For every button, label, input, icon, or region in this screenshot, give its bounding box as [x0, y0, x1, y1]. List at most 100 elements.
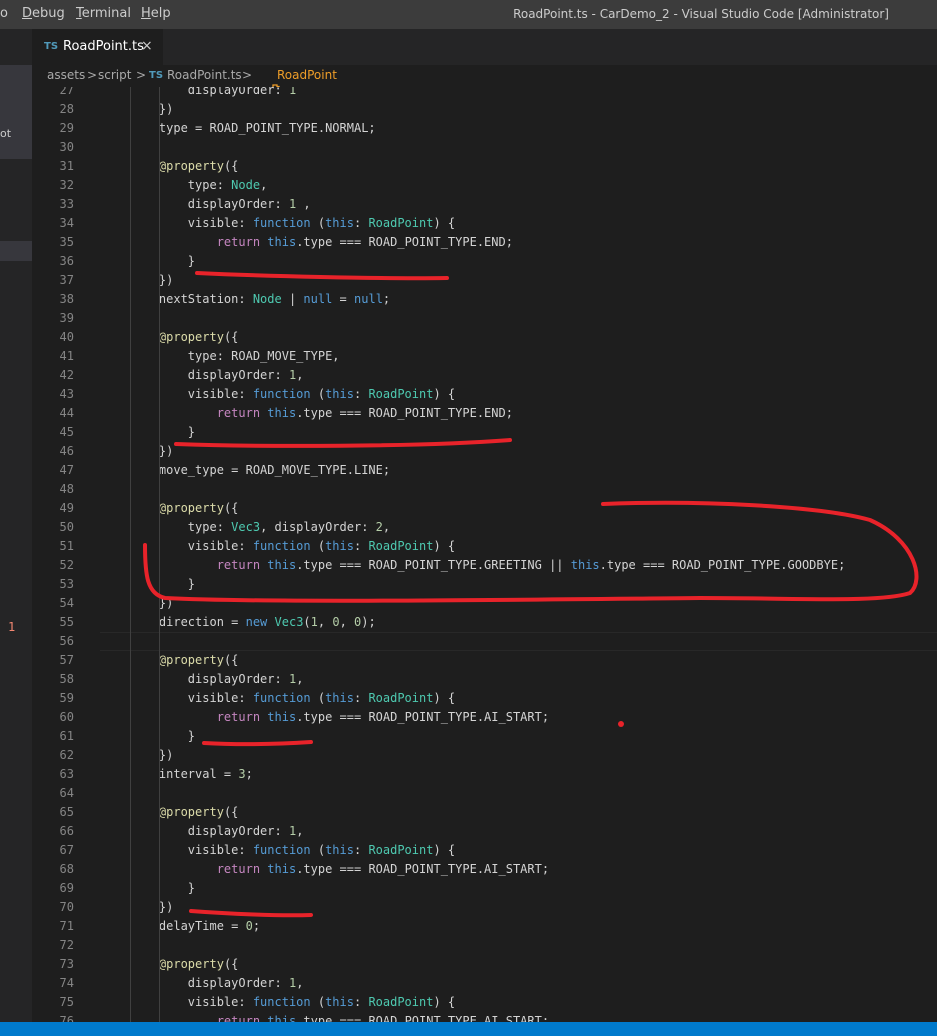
line-number: 27: [59, 87, 74, 97]
line-number: 68: [59, 862, 74, 876]
code-line[interactable]: delayTime = 0;: [130, 917, 260, 936]
line-number: 66: [59, 824, 74, 838]
sidebar-open-editor[interactable]: ot: [0, 65, 32, 159]
tab-label: RoadPoint.ts: [63, 39, 144, 54]
title-bar: o Debug Terminal Help RoadPoint.ts - Car…: [0, 0, 937, 29]
menu-item-terminal[interactable]: Terminal: [76, 6, 131, 21]
code-line[interactable]: visible: function (this: RoadPoint) {: [130, 214, 455, 233]
code-line[interactable]: return this.type === ROAD_POINT_TYPE.END…: [130, 404, 513, 423]
code-line[interactable]: }: [130, 252, 195, 271]
line-number: 43: [59, 387, 74, 401]
code-line[interactable]: return this.type === ROAD_POINT_TYPE.AI_…: [130, 1012, 549, 1022]
code-line[interactable]: }): [130, 100, 173, 119]
line-number: 51: [59, 539, 74, 553]
code-line[interactable]: visible: function (this: RoadPoint) {: [130, 537, 455, 556]
indent-guide: [130, 87, 131, 1022]
code-line[interactable]: }): [130, 271, 173, 290]
code-line[interactable]: displayOrder: 1,: [130, 366, 304, 385]
code-line[interactable]: nextStation: Node | null = null;: [130, 290, 390, 309]
line-number: 65: [59, 805, 74, 819]
menu-item-help[interactable]: Help: [141, 6, 171, 21]
code-line[interactable]: type = ROAD_POINT_TYPE.NORMAL;: [130, 119, 376, 138]
typescript-file-icon: TS: [44, 41, 59, 52]
line-number: 74: [59, 976, 74, 990]
close-icon[interactable]: ×: [141, 38, 153, 54]
line-number: 32: [59, 178, 74, 192]
line-number: 37: [59, 273, 74, 287]
line-number: 69: [59, 881, 74, 895]
code-line[interactable]: @property({: [130, 328, 238, 347]
menu-item-debug[interactable]: Debug: [22, 6, 65, 21]
code-line[interactable]: visible: function (this: RoadPoint) {: [130, 385, 455, 404]
code-line[interactable]: displayOrder: 1,: [130, 822, 304, 841]
code-line[interactable]: direction = new Vec3(1, 0, 0);: [130, 613, 376, 632]
line-number: 36: [59, 254, 74, 268]
code-line[interactable]: displayOrder: 1,: [130, 670, 304, 689]
tab-roadpoint-ts[interactable]: TS RoadPoint.ts ×: [32, 29, 163, 65]
sidebar-item-label: ot: [0, 127, 12, 140]
code-line[interactable]: @property({: [130, 157, 238, 176]
code-line[interactable]: type: ROAD_MOVE_TYPE,: [130, 347, 340, 366]
code-area[interactable]: displayOrder: 1 }) type = ROAD_POINT_TYP…: [130, 87, 937, 1022]
code-line[interactable]: return this.type === ROAD_POINT_TYPE.AI_…: [130, 708, 549, 727]
code-line[interactable]: @property({: [130, 499, 238, 518]
line-number: 39: [59, 311, 74, 325]
breadcrumb: assets > script > TS RoadPoint.ts > Road…: [32, 65, 937, 94]
line-number: 35: [59, 235, 74, 249]
line-number: 70: [59, 900, 74, 914]
line-number: 63: [59, 767, 74, 781]
line-number: 50: [59, 520, 74, 534]
code-line[interactable]: }): [130, 898, 173, 917]
code-line[interactable]: @property({: [130, 651, 238, 670]
code-line[interactable]: displayOrder: 1: [130, 87, 296, 100]
line-number: 64: [59, 786, 74, 800]
sidebar-selected-row[interactable]: [0, 241, 32, 261]
line-number: 59: [59, 691, 74, 705]
line-number: 38: [59, 292, 74, 306]
indent-guide: [158, 87, 160, 1022]
code-line[interactable]: }): [130, 594, 173, 613]
code-line[interactable]: @property({: [130, 955, 238, 974]
line-number: 42: [59, 368, 74, 382]
menu-item-go[interactable]: o: [0, 6, 8, 21]
code-line[interactable]: @property({: [130, 803, 238, 822]
line-number: 62: [59, 748, 74, 762]
code-line[interactable]: }: [130, 423, 195, 442]
line-number: 58: [59, 672, 74, 686]
code-line[interactable]: visible: function (this: RoadPoint) {: [130, 841, 455, 860]
code-line[interactable]: }: [130, 879, 195, 898]
line-number: 31: [59, 159, 74, 173]
code-line[interactable]: return this.type === ROAD_POINT_TYPE.GRE…: [130, 556, 846, 575]
code-line[interactable]: }: [130, 727, 195, 746]
code-line[interactable]: type: Vec3, displayOrder: 2,: [130, 518, 390, 537]
line-number: 61: [59, 729, 74, 743]
code-line[interactable]: move_type = ROAD_MOVE_TYPE.LINE;: [130, 461, 390, 480]
code-line[interactable]: }): [130, 746, 173, 765]
code-line[interactable]: displayOrder: 1,: [130, 974, 304, 993]
line-number: 45: [59, 425, 74, 439]
code-line[interactable]: }: [130, 575, 195, 594]
line-number: 56: [59, 634, 74, 648]
code-line[interactable]: displayOrder: 1 ,: [130, 195, 311, 214]
line-number-gutter: 27 28 29 30 31 32 33 34 35 36 37 38 39 40 41 42 43 44 45 46…: [32, 87, 92, 1022]
breadcrumb-item-assets[interactable]: assets: [47, 68, 85, 82]
breadcrumb-item-file[interactable]: RoadPoint.ts: [167, 68, 242, 82]
line-number: 29: [59, 121, 74, 135]
explorer-sidebar[interactable]: ot 1: [0, 29, 32, 1022]
code-line[interactable]: interval = 3;: [130, 765, 253, 784]
code-line[interactable]: return this.type === ROAD_POINT_TYPE.END…: [130, 233, 513, 252]
code-line[interactable]: type: Node,: [130, 176, 268, 195]
status-bar: [0, 1022, 937, 1036]
code-line[interactable]: visible: function (this: RoadPoint) {: [130, 689, 455, 708]
breadcrumb-item-symbol[interactable]: RoadPoint: [277, 68, 337, 82]
code-line[interactable]: }): [130, 442, 173, 461]
line-number: 75: [59, 995, 74, 1009]
code-line[interactable]: return this.type === ROAD_POINT_TYPE.AI_…: [130, 860, 549, 879]
window-title: RoadPoint.ts - CarDemo_2 - Visual Studio…: [513, 7, 889, 21]
breadcrumb-item-script[interactable]: script: [98, 68, 131, 82]
code-line[interactable]: visible: function (this: RoadPoint) {: [130, 993, 455, 1012]
code-editor[interactable]: 27 28 29 30 31 32 33 34 35 36 37 38 39 40 41 42 43 44 45 46…: [32, 87, 937, 1022]
breadcrumb-separator: >: [87, 68, 98, 82]
line-number: 73: [59, 957, 74, 971]
line-number: 46: [59, 444, 74, 458]
